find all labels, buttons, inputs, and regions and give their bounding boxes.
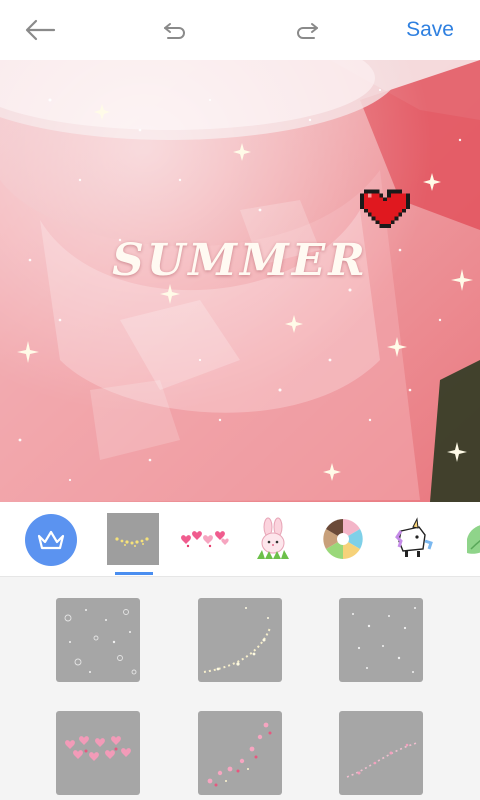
sticker-heart-swirl[interactable] <box>198 711 282 795</box>
sticker-glitter-dots[interactable] <box>339 598 423 682</box>
pink-hearts-icon <box>181 531 229 548</box>
photo-canvas[interactable]: SUMMER <box>0 60 480 502</box>
save-button[interactable]: Save <box>406 18 454 42</box>
category-pink-hearts[interactable] <box>176 512 230 566</box>
pixel-heart-icon[interactable] <box>360 182 410 228</box>
donut-wheel-icon <box>323 519 363 559</box>
sticker-heart-cluster[interactable] <box>56 711 140 795</box>
category-leaf[interactable] <box>456 512 480 566</box>
category-donut-wheel[interactable] <box>316 512 370 566</box>
back-button[interactable] <box>20 12 60 48</box>
category-bunny[interactable] <box>246 512 300 566</box>
undo-button[interactable] <box>155 12 195 48</box>
arrow-left-icon <box>25 19 56 41</box>
unicorn-icon <box>395 517 433 557</box>
sticker-sparkle-trail[interactable] <box>198 598 282 682</box>
selected-category-indicator <box>115 572 153 575</box>
redo-button[interactable] <box>287 12 327 48</box>
category-sparkle-dust[interactable] <box>106 512 160 566</box>
bunny-icon <box>257 517 289 559</box>
sticker-sparkle-bubbles[interactable] <box>56 598 140 682</box>
undo-icon <box>164 23 185 39</box>
premium-stickers-button[interactable] <box>25 514 77 566</box>
sticker-grid <box>0 577 480 800</box>
redo-icon <box>297 23 318 39</box>
category-unicorn[interactable] <box>386 512 440 566</box>
crown-icon <box>37 530 65 550</box>
summer-text-sticker[interactable]: SUMMER <box>0 235 480 286</box>
sticker-editor-screen: Save SUMMER <box>0 0 480 800</box>
sticker-category-bar <box>0 502 480 577</box>
top-toolbar: Save <box>0 0 480 60</box>
leaf-icon <box>467 525 480 554</box>
sticker-pink-sparkle-trail[interactable] <box>339 711 423 795</box>
